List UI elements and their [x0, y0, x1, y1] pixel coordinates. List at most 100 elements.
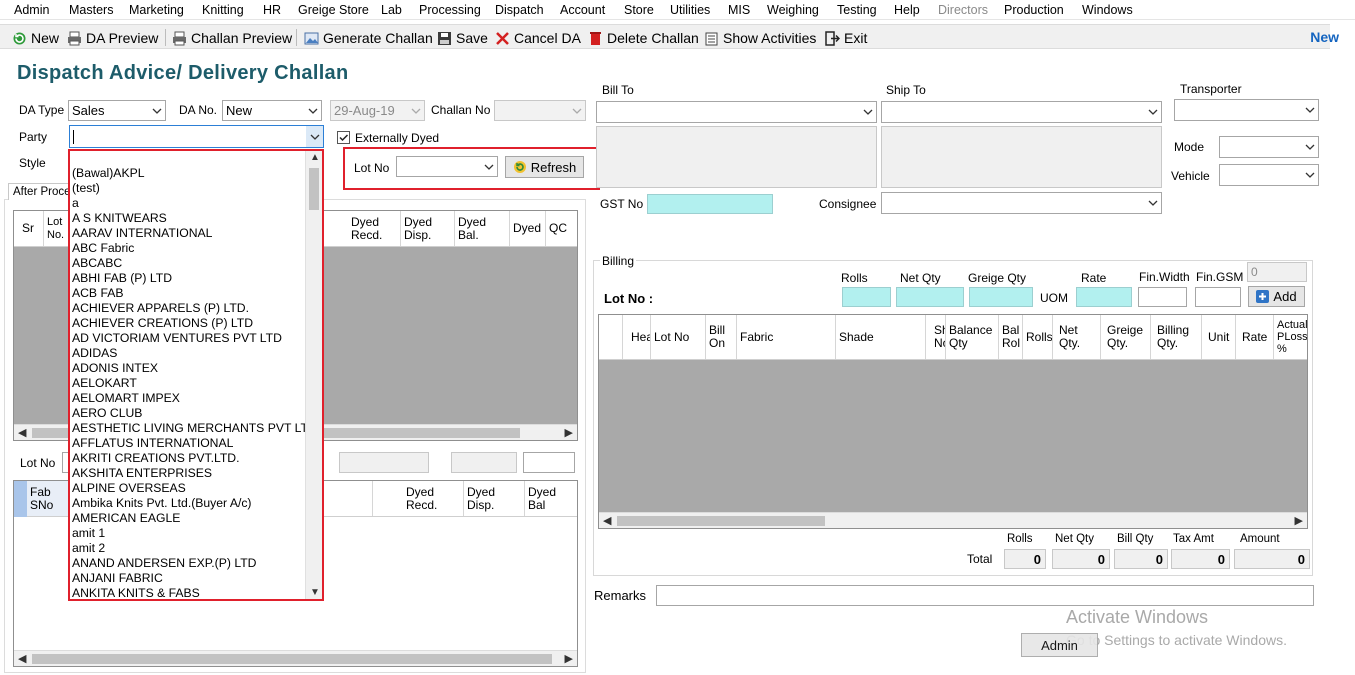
party-option[interactable]: ACHIEVER APPARELS (P) LTD.: [72, 301, 317, 316]
consignee-select[interactable]: [881, 192, 1162, 214]
column-header[interactable]: Dyed Recd.: [403, 481, 464, 516]
chevron-down-icon[interactable]: [306, 126, 323, 147]
menu-admin[interactable]: Admin: [14, 3, 49, 17]
party-option[interactable]: AKSHITA ENTERPRISES: [72, 466, 317, 481]
scroll-thumb[interactable]: [309, 168, 319, 210]
column-header[interactable]: Greige Qty.: [1101, 315, 1151, 359]
column-header[interactable]: Lot No: [651, 315, 706, 359]
rolls-input[interactable]: [842, 287, 891, 307]
date-picker[interactable]: 29-Aug-19: [330, 100, 425, 121]
net-qty-input[interactable]: [896, 287, 964, 307]
greige-qty-input[interactable]: [969, 287, 1033, 307]
column-header[interactable]: Hea: [623, 315, 651, 359]
current-user-button[interactable]: Admin: [1021, 633, 1098, 657]
remarks-input[interactable]: [656, 585, 1314, 606]
billing-grid[interactable]: Hea Lot No Bill On Fabric Shade Sh No Ba…: [598, 314, 1308, 529]
show-activities-button[interactable]: Show Activities: [704, 28, 816, 48]
column-header[interactable]: Fab SNo: [27, 481, 69, 516]
left-field-input[interactable]: [523, 452, 575, 473]
new-button[interactable]: New: [12, 28, 59, 48]
party-option[interactable]: ABC Fabric: [72, 241, 317, 256]
menu-help[interactable]: Help: [894, 3, 920, 17]
scroll-right-icon[interactable]: ▶: [565, 426, 573, 439]
scroll-up-icon[interactable]: ▲: [310, 152, 320, 163]
horizontal-scrollbar[interactable]: ◀ ▶: [14, 650, 577, 666]
column-header[interactable]: Dyed Disp.: [401, 211, 455, 246]
party-option[interactable]: ANKITA KNITS & FABS: [72, 586, 317, 599]
menu-directors[interactable]: Directors: [938, 3, 988, 17]
menu-windows[interactable]: Windows: [1082, 3, 1133, 17]
ship-to-address[interactable]: [881, 126, 1162, 188]
column-header[interactable]: Actual PLoss %: [1274, 315, 1307, 359]
menu-dispatch[interactable]: Dispatch: [495, 3, 544, 17]
party-option[interactable]: ALPINE OVERSEAS: [72, 481, 317, 496]
vehicle-select[interactable]: [1219, 164, 1319, 186]
column-header[interactable]: Net Qty.: [1053, 315, 1101, 359]
column-header[interactable]: QC: [546, 211, 577, 246]
column-header[interactable]: Bal Rol: [999, 315, 1023, 359]
horizontal-scrollbar[interactable]: ◀ ▶: [599, 512, 1307, 528]
column-header[interactable]: Dyed: [510, 211, 546, 246]
party-option[interactable]: amit 1: [72, 526, 317, 541]
column-header[interactable]: Rate: [1236, 315, 1274, 359]
scroll-left-icon[interactable]: ◀: [18, 426, 26, 439]
party-option[interactable]: (Bawal)AKPL: [72, 166, 317, 181]
column-header[interactable]: Rolls: [1023, 315, 1053, 359]
party-option[interactable]: ADIDAS: [72, 346, 317, 361]
scroll-thumb[interactable]: [32, 654, 552, 664]
challan-preview-button[interactable]: Challan Preview: [172, 28, 292, 48]
gst-no-input[interactable]: [647, 194, 773, 214]
tab-after-process[interactable]: After Proces: [8, 183, 70, 200]
party-option[interactable]: AFFLATUS INTERNATIONAL: [72, 436, 317, 451]
party-option[interactable]: AELOMART IMPEX: [72, 391, 317, 406]
menu-marketing[interactable]: Marketing: [129, 3, 184, 17]
generate-challan-button[interactable]: Generate Challan: [304, 28, 433, 48]
da-preview-button[interactable]: DA Preview: [67, 28, 158, 48]
scroll-right-icon[interactable]: ▶: [565, 652, 573, 665]
party-option[interactable]: AARAV INTERNATIONAL: [72, 226, 317, 241]
bill-to-select[interactable]: [596, 101, 877, 123]
column-header[interactable]: Dyed Recd.: [348, 211, 401, 246]
menu-mis[interactable]: MIS: [728, 3, 750, 17]
menu-account[interactable]: Account: [560, 3, 605, 17]
save-button[interactable]: Save: [437, 28, 488, 48]
menu-knitting[interactable]: Knitting: [202, 3, 244, 17]
party-option[interactable]: AMERICAN EAGLE: [72, 511, 317, 526]
exit-button[interactable]: Exit: [825, 28, 867, 48]
column-header[interactable]: Dyed Disp.: [464, 481, 525, 516]
scroll-down-icon[interactable]: ▼: [310, 587, 320, 598]
scroll-right-icon[interactable]: ▶: [1295, 514, 1303, 527]
column-header[interactable]: Sh No: [926, 315, 946, 359]
counter-field[interactable]: 0: [1247, 262, 1307, 282]
scroll-thumb[interactable]: [617, 516, 825, 526]
column-header[interactable]: Billing Qty.: [1151, 315, 1202, 359]
menu-weighing[interactable]: Weighing: [767, 3, 819, 17]
party-option[interactable]: ABHI FAB (P) LTD: [72, 271, 317, 286]
fin-gsm-input[interactable]: [1195, 287, 1241, 307]
menu-store[interactable]: Store: [624, 3, 654, 17]
vertical-scrollbar[interactable]: ▲ ▼: [305, 151, 322, 599]
party-select[interactable]: [69, 125, 324, 148]
left-field-input[interactable]: [339, 452, 429, 473]
externally-dyed-checkbox[interactable]: [337, 131, 350, 144]
column-header[interactable]: Dyed Bal: [525, 481, 577, 516]
left-field-input[interactable]: [451, 452, 517, 473]
column-header[interactable]: Sr: [14, 211, 44, 246]
party-option[interactable]: AESTHETIC LIVING MERCHANTS PVT LTD: [72, 421, 317, 436]
refresh-button[interactable]: Refresh: [505, 156, 584, 178]
party-option[interactable]: AKRITI CREATIONS PVT.LTD.: [72, 451, 317, 466]
party-option[interactable]: AD VICTORIAM VENTURES PVT LTD: [72, 331, 317, 346]
cancel-da-button[interactable]: Cancel DA: [495, 28, 581, 48]
party-option[interactable]: ADONIS INTEX: [72, 361, 317, 376]
party-option[interactable]: (test): [72, 181, 317, 196]
party-dropdown-list[interactable]: (Bawal)AKPL (test) a A S KNITWEARS AARAV INT…: [68, 149, 324, 601]
column-header[interactable]: Shade: [836, 315, 926, 359]
mode-select[interactable]: [1219, 136, 1319, 158]
party-option[interactable]: a: [72, 196, 317, 211]
party-option[interactable]: ANJANI FABRIC: [72, 571, 317, 586]
challan-no-select[interactable]: [494, 100, 586, 121]
lot-no-select[interactable]: [396, 156, 498, 177]
da-no-select[interactable]: New: [222, 100, 322, 121]
menu-processing[interactable]: Processing: [419, 3, 481, 17]
da-type-select[interactable]: Sales: [68, 100, 166, 121]
